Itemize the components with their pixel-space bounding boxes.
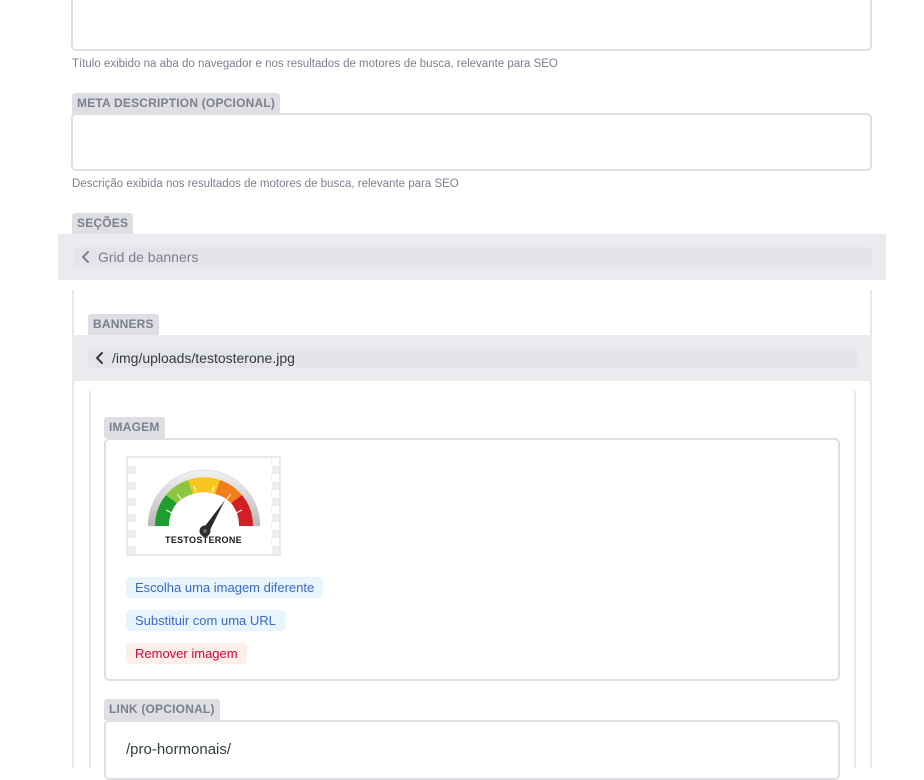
title-hint: Título exibido na aba do navegador e nos… [72,58,558,70]
meta-description-label: META DESCRIPTION (OPCIONAL) [72,93,281,114]
remove-image-button[interactable]: Remover imagem [126,643,247,664]
sections-item-bar[interactable]: Grid de banners [74,247,872,267]
chevron-left-icon[interactable] [78,249,94,265]
banners-label: BANNERS [88,314,159,335]
link-input[interactable]: /pro-hormonais/ [104,720,840,780]
sections-item-header[interactable]: Grid de banners [58,234,886,280]
image-thumbnail: TESTOSTERONE [126,456,281,556]
link-input-value: /pro-hormonais/ [126,741,232,758]
banners-item-title: /img/uploads/testosterone.jpg [112,350,295,366]
title-input[interactable] [71,0,872,51]
replace-url-button[interactable]: Substituir com uma URL [126,610,285,631]
choose-image-button[interactable]: Escolha uma imagem diferente [126,577,324,598]
banners-item-header[interactable]: /img/uploads/testosterone.jpg [73,335,871,381]
banners-item-bar[interactable]: /img/uploads/testosterone.jpg [88,348,857,368]
thumbnail-caption: TESTOSTERONE [165,535,242,545]
chevron-left-icon[interactable] [92,350,108,366]
sections-label: SEÇÕES [72,213,134,234]
link-label: LINK (OPCIONAL) [104,699,220,720]
image-label: IMAGEM [104,417,165,438]
meta-description-input[interactable] [71,113,872,171]
meta-description-hint: Descrição exibida nos resultados de moto… [72,178,459,190]
sections-item-title: Grid de banners [98,249,199,265]
